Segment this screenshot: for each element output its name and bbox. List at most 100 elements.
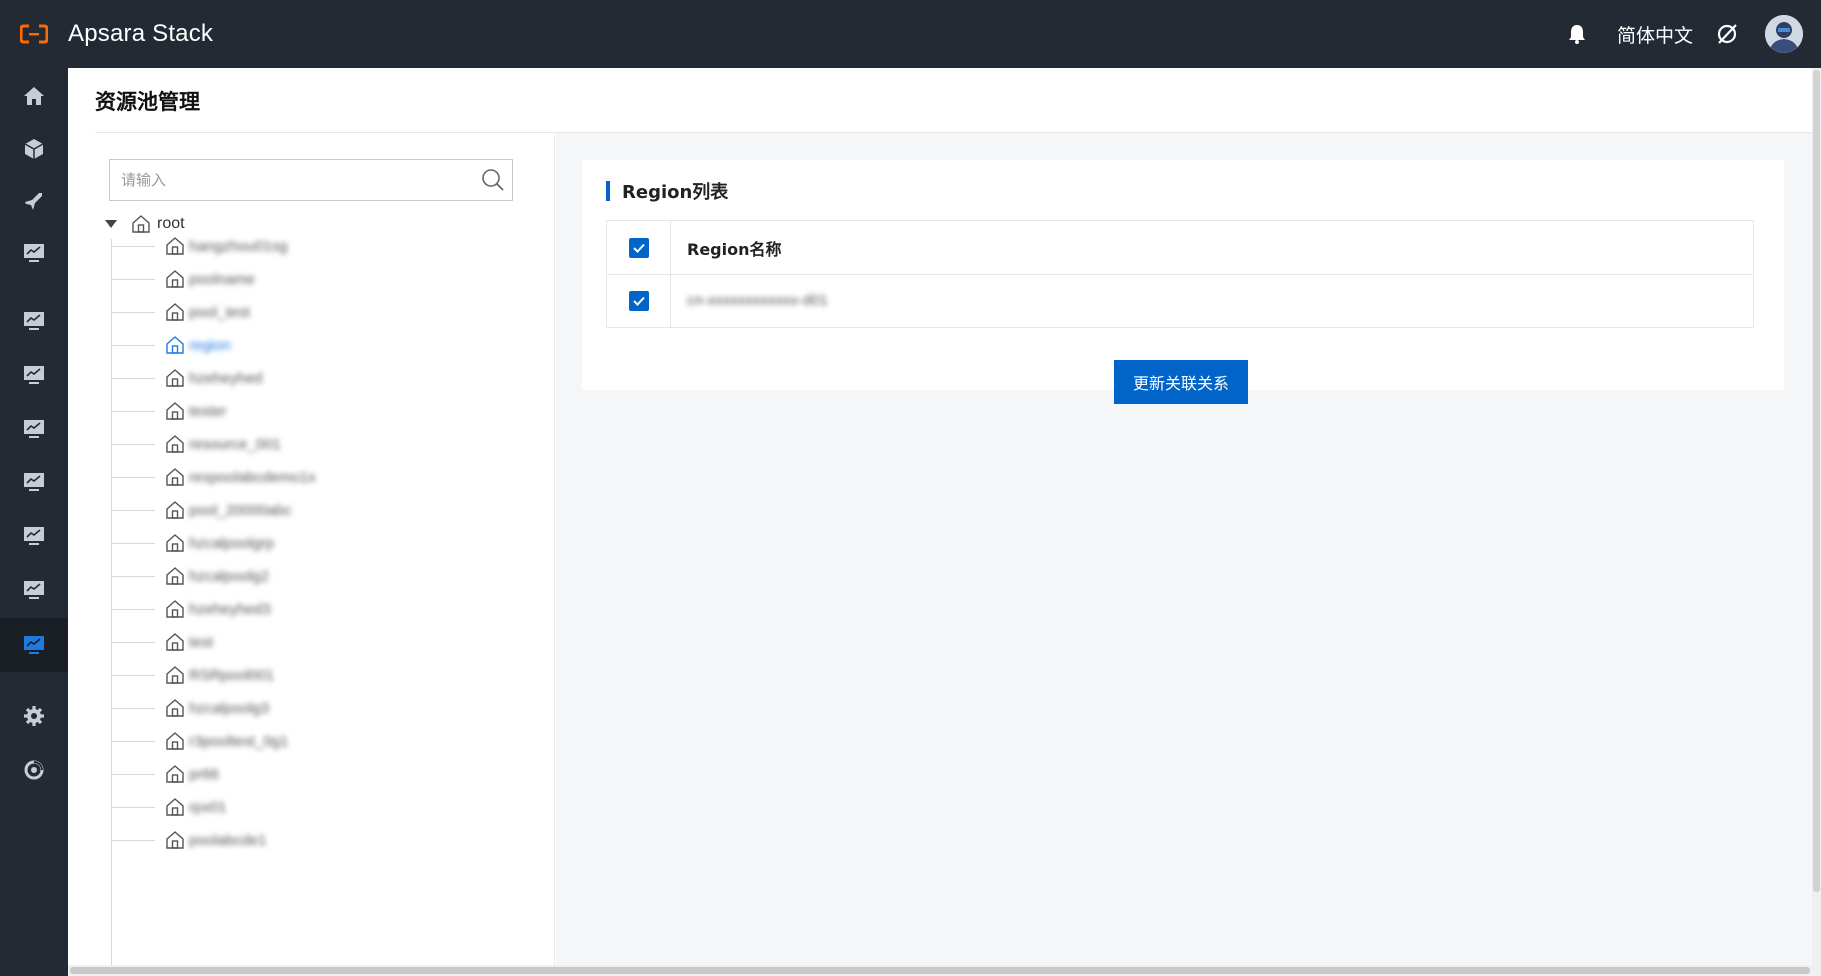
tree-node[interactable]: pool_20000abc [111,497,292,523]
tree-branch-line [111,674,155,676]
column-header-region-name: Region名称 [687,239,782,259]
monitor-chart-icon [24,366,44,384]
language-switcher[interactable]: 简体中文 [1617,21,1693,48]
tree-node[interactable]: rpx01 [111,794,227,820]
cube-icon [24,139,44,159]
search-icon[interactable] [481,168,505,192]
tree-node[interactable]: pr66 [111,761,219,787]
sidebar-item-monitor-1[interactable] [0,227,68,279]
sidebar-item-monitor-5[interactable] [0,456,68,508]
home-outline-icon [166,369,184,387]
tree-node[interactable]: hangzhou01sg [111,233,287,259]
home-outline-icon [166,402,184,420]
title-accent-bar [606,181,610,201]
monitor-chart-icon [24,312,44,330]
tree-root-label: root [157,215,185,232]
horizontal-scrollbar-thumb[interactable] [70,967,1810,974]
tree-node-label: pool_test [189,303,250,321]
sidebar [0,68,68,976]
home-outline-icon [166,732,184,750]
tree-branch-line [111,608,155,610]
tree-node[interactable]: RSRpool001 [111,662,274,688]
monitor-chart-icon [24,636,44,654]
horizontal-scrollbar[interactable] [68,965,1812,976]
tree-node-label: pool_20000abc [189,501,292,519]
home-outline-icon [166,798,184,816]
row-checkbox[interactable] [628,291,649,311]
home-outline-icon [166,270,184,288]
avatar-icon [1765,15,1803,53]
home-outline-icon [166,633,184,651]
tree-node[interactable]: region [111,332,231,358]
tree-node-label: resource_001 [189,435,281,453]
tree-node[interactable]: tester [111,398,227,424]
region-list-card: Region列表 Region名称 cn-xxxxxxxxxxxx-d01 更新… [582,160,1784,404]
region-table: Region名称 cn-xxxxxxxxxxxx-d01 [606,220,1754,328]
tree-node[interactable]: hzcalpoolgrp [111,530,274,556]
tree-node[interactable]: hzeheyhed3 [111,596,271,622]
home-outline-icon [166,336,184,354]
region-list-title-text: Region列表 [622,182,729,203]
home-outline-icon [166,534,184,552]
sidebar-item-monitor-2[interactable] [0,295,68,347]
region-name-cell: cn-xxxxxxxxxxxx-d01 [671,292,828,310]
tree-branch-line [111,410,155,412]
content-area: Region列表 Region名称 cn-xxxxxxxxxxxx-d01 更新… [556,133,1812,976]
home-outline-icon [166,567,184,585]
tree-node[interactable]: poolname [111,266,255,292]
home-outline-icon [166,237,184,255]
tree-node[interactable]: hzcalpoolg2 [111,563,269,589]
update-association-button[interactable]: 更新关联关系 [1114,360,1248,404]
gear-icon [24,706,44,726]
sidebar-item-settings[interactable] [0,690,68,742]
tree-node[interactable]: poolabcde1 [111,827,267,853]
tree-node[interactable]: hzcalpoolg3 [111,695,269,721]
tree-branch-line [111,542,155,544]
user-avatar[interactable] [1765,15,1803,53]
sidebar-item-deploy[interactable] [0,175,68,227]
search-input[interactable] [110,160,470,200]
tree-node-label: respoolabcdemo1x [189,468,316,486]
tree-node[interactable]: hzeheyhed [111,365,262,391]
sidebar-item-operations[interactable] [0,744,68,796]
tree-node[interactable]: pool_test [111,299,250,325]
tree-branch-line [111,377,155,379]
sidebar-item-resource-pool[interactable] [0,618,68,672]
sidebar-item-monitor-4[interactable] [0,403,68,455]
sidebar-item-monitor-3[interactable] [0,349,68,401]
alibaba-cloud-logo[interactable] [0,0,68,68]
sidebar-item-monitor-6[interactable] [0,510,68,562]
tree-branch-line [111,311,155,313]
tree-branch-line [111,740,155,742]
tree-node-label: hzeheyhed [189,369,263,387]
sidebar-item-monitor-7[interactable] [0,564,68,616]
bell-icon[interactable] [1557,14,1597,54]
theme-toggle-icon[interactable] [1707,14,1747,54]
select-all-checkbox[interactable] [628,237,649,258]
tree-node-label: poolname [189,270,255,288]
select-all-cell [607,221,671,274]
home-outline-icon [166,831,184,849]
tree-node-label: hzcalpoolg3 [189,699,270,717]
caret-down-icon[interactable] [105,220,117,228]
tree-node[interactable]: r3pooltest_0g1 [111,728,288,754]
home-outline-icon [166,435,184,453]
tree-node[interactable]: resource_001 [111,431,281,457]
home-outline-icon [166,765,184,783]
tree-branch-line [111,344,155,346]
vertical-scrollbar[interactable] [1812,68,1821,976]
tree-branch-line [111,245,155,247]
tree-node[interactable]: test [111,629,213,655]
tree-node[interactable]: respoolabcdemo1x [111,464,316,490]
tree-node-label: hzcalpoolgrp [189,534,275,552]
home-outline-icon [166,468,184,486]
home-outline-icon [132,215,150,233]
sidebar-item-home[interactable] [0,70,68,122]
home-outline-icon [166,600,184,618]
search-box [109,159,513,201]
tree-branch-line [111,707,155,709]
sidebar-item-products[interactable] [0,123,68,175]
monitor-chart-icon [24,581,44,599]
vertical-scrollbar-thumb[interactable] [1813,70,1820,892]
tree-node-label: rpx01 [189,798,227,816]
